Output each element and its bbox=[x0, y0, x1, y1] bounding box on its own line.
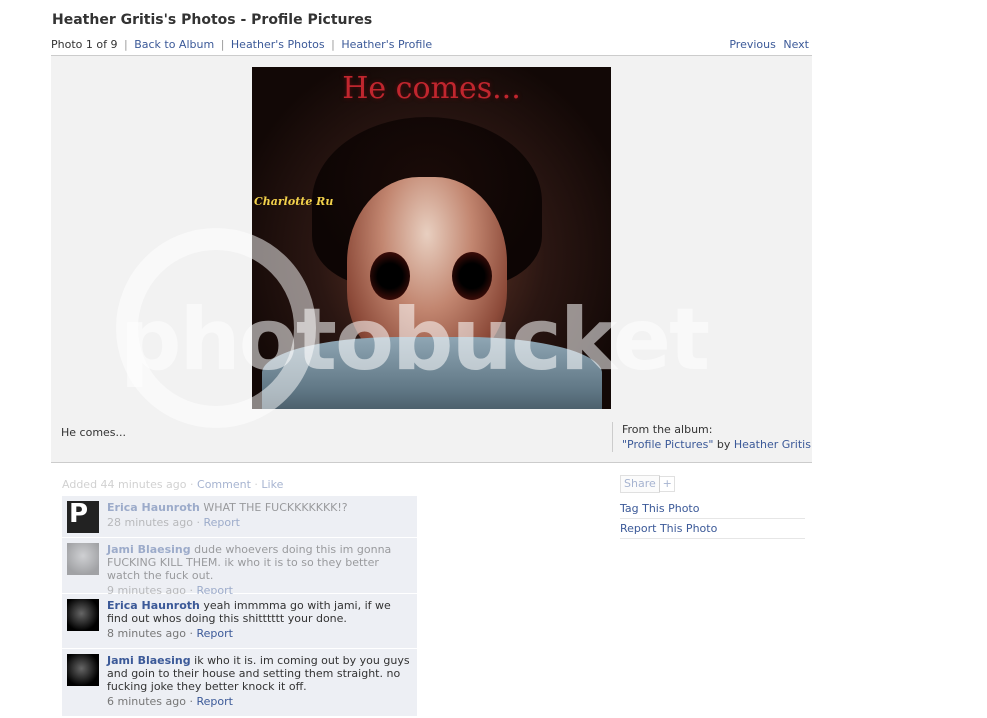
owner-profile-link[interactable]: Heather's Profile bbox=[341, 38, 432, 51]
nav-separator: | bbox=[220, 38, 225, 51]
comment-item: P Erica Haunroth WHAT THE FUCKKKKKKK!? 2… bbox=[62, 496, 417, 538]
photo-caption: He comes... bbox=[61, 426, 127, 439]
meta-dot: · bbox=[189, 695, 193, 708]
next-photo-link[interactable]: Next bbox=[783, 38, 809, 51]
photo-neon-sign: Charlotte Ru bbox=[254, 195, 334, 208]
photo-shirt-region bbox=[262, 337, 602, 409]
avatar-letter-glyph: P bbox=[69, 501, 89, 529]
meta-dot: · bbox=[189, 627, 193, 640]
comment-list: P Erica Haunroth WHAT THE FUCKKKKKKK!? 2… bbox=[62, 496, 417, 717]
photo-actions: Share + Tag This Photo Report This Photo bbox=[620, 475, 805, 539]
comment-time: 28 minutes ago bbox=[107, 516, 193, 529]
photo-overlay-text: He comes... bbox=[342, 71, 521, 106]
album-info: From the album: "Profile Pictures" by He… bbox=[612, 422, 812, 452]
comment-item: Erica Haunroth yeah immmma go with jami,… bbox=[62, 594, 417, 649]
comment-report-link[interactable]: Report bbox=[196, 627, 232, 640]
photo-stage-divider bbox=[51, 462, 812, 463]
comment-time: 6 minutes ago bbox=[107, 695, 186, 708]
comment-meta: 28 minutes ago · Report bbox=[107, 516, 411, 529]
comment-item: Jami Blaesing dude whoevers doing this i… bbox=[62, 538, 417, 597]
photo-pager: Previous Next bbox=[729, 38, 809, 51]
photo-eye-left bbox=[370, 252, 410, 300]
comment-body: Jami Blaesing ik who it is. im coming ou… bbox=[107, 654, 411, 693]
nav-separator: | bbox=[331, 38, 335, 51]
comment-author-link[interactable]: Jami Blaesing bbox=[107, 654, 191, 667]
photo-eye-right bbox=[452, 252, 492, 300]
comment-author-link[interactable]: Erica Haunroth bbox=[107, 599, 200, 612]
meta-dot: · bbox=[196, 516, 200, 529]
avatar[interactable]: P bbox=[67, 501, 99, 533]
album-name-link[interactable]: "Profile Pictures" bbox=[622, 438, 713, 451]
comment-time: 8 minutes ago bbox=[107, 627, 186, 640]
avatar[interactable] bbox=[67, 599, 99, 631]
like-link[interactable]: Like bbox=[261, 478, 283, 491]
comment-body: Jami Blaesing dude whoevers doing this i… bbox=[107, 543, 411, 582]
photo-nav-bar: Photo 1 of 9 | Back to Album | Heather's… bbox=[51, 38, 809, 54]
comment-body: Erica Haunroth WHAT THE FUCKKKKKKK!? bbox=[107, 501, 411, 514]
comment-meta: 8 minutes ago · Report bbox=[107, 627, 411, 640]
avatar[interactable] bbox=[67, 654, 99, 686]
comment-report-link[interactable]: Report bbox=[196, 695, 232, 708]
album-by-label: by bbox=[716, 438, 731, 451]
comment-report-link[interactable]: Report bbox=[203, 516, 239, 529]
comment-text: WHAT THE FUCKKKKKKK!? bbox=[203, 501, 348, 514]
share-button[interactable]: Share bbox=[620, 475, 660, 493]
comment-meta: 6 minutes ago · Report bbox=[107, 695, 411, 708]
avatar[interactable] bbox=[67, 543, 99, 575]
meta-dot: · bbox=[254, 478, 258, 491]
album-source-line: "Profile Pictures" by Heather Gritis bbox=[622, 437, 812, 452]
comment-body: Erica Haunroth yeah immmma go with jami,… bbox=[107, 599, 411, 625]
main-photo[interactable]: Charlotte Ru He comes... bbox=[252, 67, 611, 409]
owner-photos-link[interactable]: Heather's Photos bbox=[231, 38, 325, 51]
back-to-album-link[interactable]: Back to Album bbox=[134, 38, 214, 51]
share-plus-icon[interactable]: + bbox=[659, 476, 676, 492]
tag-photo-link[interactable]: Tag This Photo bbox=[620, 499, 805, 519]
photo-nav-left: Photo 1 of 9 | Back to Album | Heather's… bbox=[51, 38, 432, 51]
nav-separator: | bbox=[123, 38, 128, 51]
comment-author-link[interactable]: Jami Blaesing bbox=[107, 543, 191, 556]
previous-photo-link[interactable]: Previous bbox=[729, 38, 776, 51]
album-owner-link[interactable]: Heather Gritis bbox=[734, 438, 811, 451]
from-album-label: From the album: bbox=[622, 423, 713, 436]
report-photo-link[interactable]: Report This Photo bbox=[620, 519, 805, 539]
comment-link[interactable]: Comment bbox=[197, 478, 251, 491]
photo-meta-line: Added 44 minutes ago · Comment · Like bbox=[62, 478, 283, 491]
added-time: Added 44 minutes ago bbox=[62, 478, 187, 491]
comment-item: Jami Blaesing ik who it is. im coming ou… bbox=[62, 649, 417, 717]
page-title: Heather Gritis's Photos - Profile Pictur… bbox=[52, 12, 373, 28]
photo-counter: Photo 1 of 9 bbox=[51, 38, 118, 51]
share-control: Share + bbox=[620, 475, 805, 493]
meta-dot: · bbox=[190, 478, 194, 491]
comment-author-link[interactable]: Erica Haunroth bbox=[107, 501, 200, 514]
